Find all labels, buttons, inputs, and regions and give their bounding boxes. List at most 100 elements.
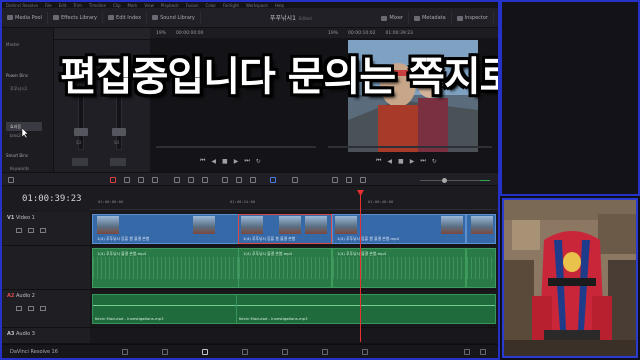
- loop-icon[interactable]: ↻: [256, 158, 261, 165]
- bin-item[interactable]: 푸푸낚시1: [10, 86, 27, 92]
- track-lane-a2[interactable]: Kevin MacLeod - Investigations.mp3 Kevin…: [90, 290, 498, 328]
- linked-selection-icon[interactable]: [236, 177, 242, 183]
- channel-button[interactable]: [110, 158, 126, 166]
- menu-item[interactable]: Mark: [128, 3, 138, 8]
- rewind-icon[interactable]: ⏮: [200, 157, 205, 165]
- track-lane-a1[interactable]: 1(4) 푸푸낚시 물결 손봄.mp4 1(4) 푸푸낚시 물결 손봄.mp4 …: [90, 246, 498, 290]
- video-clip[interactable]: 1(4) 푸푸낚시 등을 봄 물결 손봄.mp4: [332, 214, 466, 244]
- fast-forward-icon[interactable]: ⏭: [244, 157, 249, 165]
- timeline-ruler[interactable]: 01:00:00:00 01:00:24:00 01:00:48:00: [90, 186, 498, 210]
- zoom-slider-knob[interactable]: [442, 178, 447, 183]
- track-lane-v1[interactable]: 1(4) 푸푸낚시 등을 봄 물결 손봄 1(4) 푸푸낚시 등을 봄 물결 손…: [90, 212, 498, 246]
- keywords-bin[interactable]: Keywords: [10, 166, 29, 171]
- play-icon[interactable]: ▶: [234, 158, 239, 165]
- music-clip[interactable]: Kevin MacLeod - Investigations.mp3: [236, 294, 496, 324]
- loop-icon[interactable]: ↻: [432, 158, 437, 165]
- master-bin[interactable]: Master: [6, 42, 20, 47]
- bin-item[interactable]: bins2: [10, 133, 21, 138]
- deliver-page-icon[interactable]: [362, 349, 368, 355]
- marker-icon[interactable]: [292, 177, 298, 183]
- trim-tool-icon[interactable]: [124, 177, 130, 183]
- menu-item[interactable]: Fusion: [186, 3, 199, 8]
- effects-library-button[interactable]: Effects Library: [48, 11, 104, 24]
- media-pool-button[interactable]: Media Pool: [2, 11, 48, 24]
- timeline-zoom[interactable]: 19%: [328, 31, 338, 36]
- lock-track-icon[interactable]: [16, 306, 22, 311]
- selection-tool-icon[interactable]: [110, 177, 116, 183]
- video-clip[interactable]: 1(4) 푸푸낚시 등을 봄 물결 손봄: [92, 214, 242, 244]
- auto-select-icon[interactable]: [28, 228, 34, 233]
- zoom-custom-icon[interactable]: [360, 177, 366, 183]
- audio-clip[interactable]: 1(4) 푸푸낚시 물결 손봄.mp4: [238, 248, 332, 288]
- reverse-icon[interactable]: ◀: [387, 158, 392, 165]
- bin-item-selected[interactable]: 효과음: [10, 124, 21, 130]
- music-clip[interactable]: Kevin MacLeod - Investigations.mp3: [92, 294, 238, 324]
- play-icon[interactable]: ▶: [410, 158, 415, 165]
- metadata-button[interactable]: Metadata: [409, 12, 452, 24]
- fast-forward-icon[interactable]: ⏭: [420, 157, 425, 165]
- menu-item[interactable]: DaVinci Resolve: [6, 3, 38, 8]
- channel-button[interactable]: [72, 158, 88, 166]
- fairlight-page-icon[interactable]: [322, 349, 328, 355]
- layout-icon[interactable]: [8, 177, 14, 183]
- menu-item[interactable]: Help: [275, 3, 284, 8]
- menu-item[interactable]: Color: [206, 3, 216, 8]
- audio-clip[interactable]: 1(4) 푸푸낚시 물결 손봄.mp4: [332, 248, 466, 288]
- flag-icon[interactable]: [270, 177, 276, 183]
- inspector-icon: [456, 15, 463, 21]
- menu-item[interactable]: Edit: [59, 3, 67, 8]
- menu-item[interactable]: Trim: [73, 3, 82, 8]
- audio-clip[interactable]: [466, 248, 496, 288]
- menu-item[interactable]: Fairlight: [223, 3, 239, 8]
- fusion-page-icon[interactable]: [242, 349, 248, 355]
- menu-item[interactable]: Playback: [161, 3, 179, 8]
- menu-item[interactable]: View: [144, 3, 154, 8]
- menu-item[interactable]: Clip: [113, 3, 121, 8]
- menu-item[interactable]: File: [45, 3, 52, 8]
- mute-icon[interactable]: [40, 306, 46, 311]
- stop-icon[interactable]: ■: [222, 158, 228, 165]
- cut-page-icon[interactable]: [162, 349, 168, 355]
- menu-item[interactable]: Timeline: [89, 3, 106, 8]
- fader-knob[interactable]: [112, 128, 126, 136]
- settings-icon[interactable]: [480, 349, 486, 355]
- track-visibility-icon[interactable]: [40, 228, 46, 233]
- replace-clip-icon[interactable]: [202, 177, 208, 183]
- solo-icon[interactable]: [28, 306, 34, 311]
- timeline-scrubber[interactable]: [328, 146, 492, 148]
- fader-knob[interactable]: [74, 128, 88, 136]
- home-icon[interactable]: [464, 349, 470, 355]
- edit-index-button[interactable]: Edit Index: [103, 11, 148, 24]
- snapping-icon[interactable]: [222, 177, 228, 183]
- edit-page-icon[interactable]: [202, 349, 208, 355]
- media-page-icon[interactable]: [122, 349, 128, 355]
- track-lane-a3[interactable]: [90, 328, 498, 344]
- zoom-out-icon[interactable]: [332, 177, 338, 183]
- source-scrubber[interactable]: [156, 146, 316, 148]
- rewind-icon[interactable]: ⏮: [376, 157, 381, 165]
- timeline-viewer-header: 19% 00:00:10:02 01:00:39:23: [322, 28, 498, 38]
- sound-library-button[interactable]: Sound Library: [147, 11, 201, 24]
- zoom-full-icon[interactable]: [346, 177, 352, 183]
- dynamic-trim-icon[interactable]: [138, 177, 144, 183]
- video-clip-selected[interactable]: 1(4) 푸푸낚시 등을 봄 물결 손봄: [238, 214, 332, 244]
- source-zoom[interactable]: 19%: [156, 31, 166, 36]
- lock-track-icon[interactable]: [16, 228, 22, 233]
- mixer-button[interactable]: Mixer: [376, 12, 409, 24]
- insert-clip-icon[interactable]: [174, 177, 180, 183]
- playhead[interactable]: [360, 192, 361, 342]
- reverse-icon[interactable]: ◀: [211, 158, 216, 165]
- track-header-a1: [2, 246, 90, 290]
- stop-icon[interactable]: ■: [398, 158, 404, 165]
- color-page-icon[interactable]: [282, 349, 288, 355]
- timeline-header: 01:00:39:23: [2, 186, 90, 210]
- inspector-button[interactable]: Inspector: [452, 12, 494, 24]
- overwrite-clip-icon[interactable]: [188, 177, 194, 183]
- audio-clip[interactable]: 1(4) 푸푸낚시 물결 손봄.mp4: [92, 248, 242, 288]
- menu-item[interactable]: Workspace: [246, 3, 268, 8]
- video-clip[interactable]: [466, 214, 496, 244]
- position-lock-icon[interactable]: [250, 177, 256, 183]
- track-header-a3: A3 Audio 3: [2, 328, 90, 344]
- blade-tool-icon[interactable]: [152, 177, 158, 183]
- zoom-slider[interactable]: [420, 180, 480, 181]
